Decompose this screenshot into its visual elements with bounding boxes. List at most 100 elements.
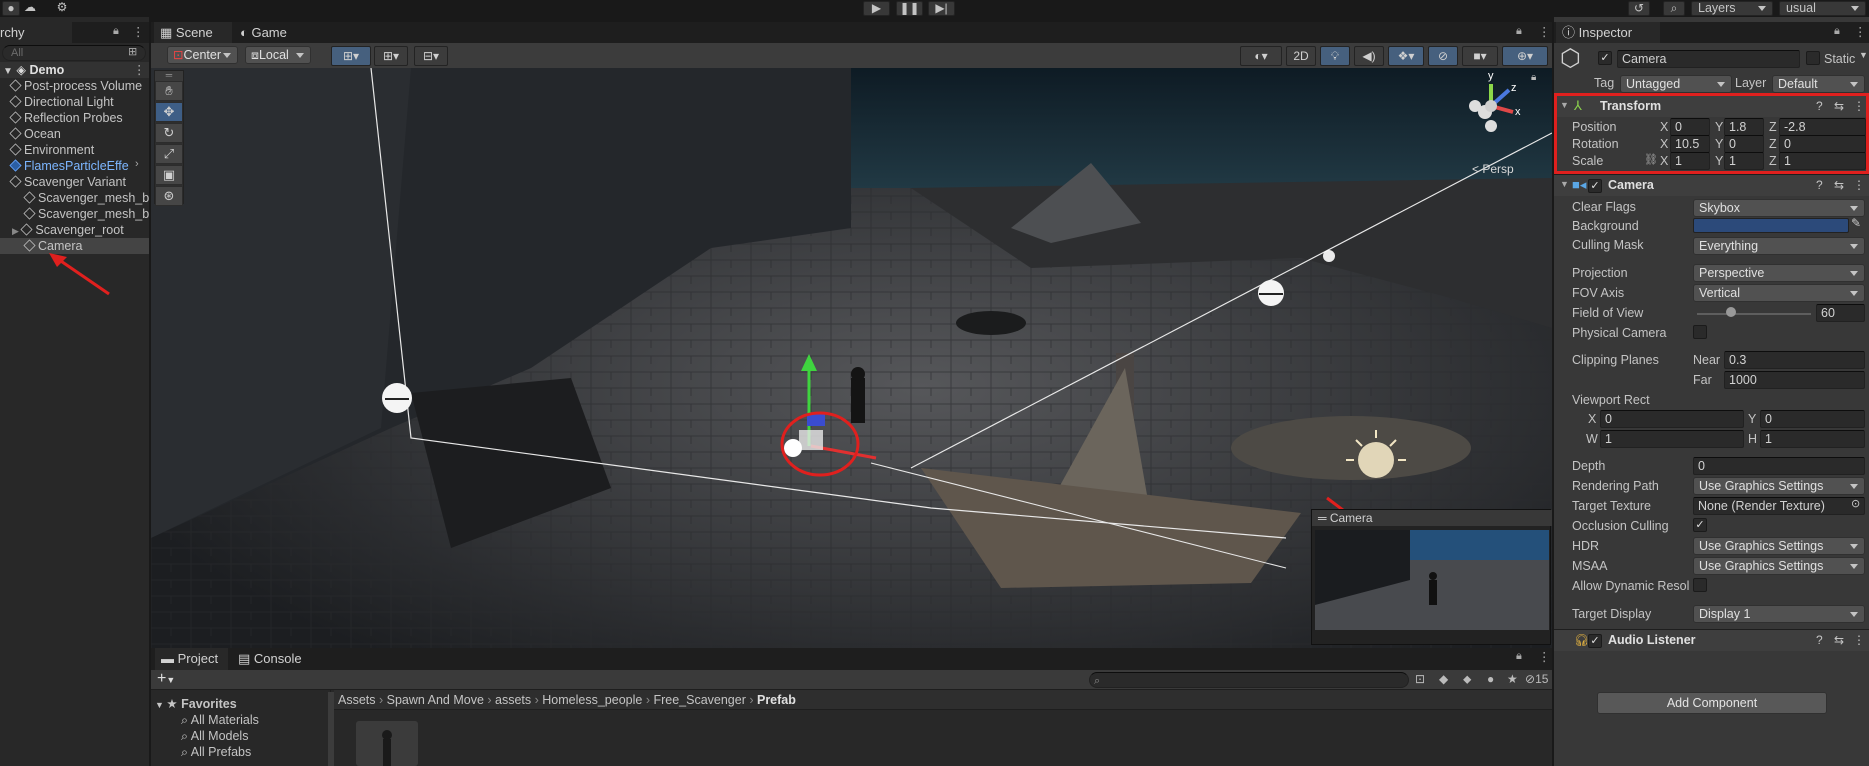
static-dropdown-icon[interactable]: ▼ — [1859, 50, 1868, 60]
search-by-type-icon[interactable]: ⊡ — [1415, 672, 1425, 686]
inspector-menu-icon[interactable]: ⋮ — [1854, 24, 1867, 39]
depth-field[interactable]: 0 — [1693, 457, 1865, 475]
camera-component-header[interactable]: ▼ ■◂ ✓ Camera ? ⇆ ⋮ — [1554, 174, 1869, 196]
scene-menu-icon[interactable]: ⋮ — [1538, 24, 1551, 39]
hidden-packages-icon[interactable]: ⊘15 — [1525, 672, 1548, 686]
culling-mask-dropdown[interactable]: Everything — [1693, 237, 1865, 255]
space-dropdown[interactable]: ⧈Local — [245, 46, 311, 64]
filter-icon[interactable]: ⊞ — [128, 45, 137, 58]
projection-dropdown[interactable]: Perspective — [1693, 264, 1865, 282]
viewport-w-field[interactable]: 1 — [1600, 430, 1744, 448]
hierarchy-item-reflection-probes[interactable]: Reflection Probes — [9, 110, 123, 126]
rect-tool-icon[interactable]: ▣ — [155, 165, 183, 185]
account-icon[interactable]: ● — [2, 1, 20, 16]
rendering-path-dropdown[interactable]: Use Graphics Settings — [1693, 477, 1865, 495]
star-icon[interactable]: ★ — [1507, 672, 1518, 686]
help-icon[interactable]: ? — [1816, 178, 1823, 192]
component-menu-icon[interactable]: ⋮ — [1853, 633, 1865, 647]
scene-menu-icon[interactable]: ⋮ — [133, 62, 146, 77]
draw-mode-button[interactable]: ◐▾ — [1240, 46, 1282, 66]
layout-dropdown[interactable]: usual — [1779, 1, 1866, 16]
audio-listener-header[interactable]: 🎧︎ ✓ Audio Listener ? ⇆ ⋮ — [1554, 629, 1869, 651]
dynamic-resolution-checkbox[interactable] — [1693, 578, 1707, 592]
project-search-input[interactable]: ⌕ — [1089, 672, 1409, 688]
tab-inspector[interactable]: ⓘ Inspector — [1556, 22, 1660, 43]
target-display-dropdown[interactable]: Display 1 — [1693, 605, 1865, 623]
eyedropper-icon[interactable]: ✎ — [1851, 216, 1861, 230]
clear-flags-dropdown[interactable]: Skybox — [1693, 199, 1865, 217]
search-icon[interactable]: ⌕ — [1663, 1, 1685, 16]
near-field[interactable]: 0.3 — [1724, 351, 1865, 369]
tab-game[interactable]: ◐ Game — [234, 22, 302, 43]
fov-field[interactable]: 60 — [1816, 304, 1865, 322]
hierarchy-item-scavenger-variant[interactable]: Scavenger Variant — [9, 174, 126, 190]
more-menu-icon[interactable]: ⋮ — [132, 24, 145, 39]
hierarchy-item-flames[interactable]: FlamesParticleEffe — [9, 158, 129, 174]
project-lock-icon[interactable]: 🔒︎ — [1516, 650, 1522, 663]
help-icon[interactable]: ? — [1816, 633, 1823, 647]
active-checkbox[interactable]: ✓ — [1598, 51, 1612, 65]
add-component-button[interactable]: Add Component — [1597, 692, 1827, 714]
breadcrumb-current[interactable]: Prefab — [757, 693, 796, 707]
foldout-arrow-icon[interactable]: ▼ — [1560, 179, 1569, 189]
viewport-x-field[interactable]: 0 — [1600, 410, 1744, 428]
search-by-label-icon[interactable]: ◆ — [1439, 672, 1448, 686]
hierarchy-item-post-process[interactable]: Post-process Volume — [9, 78, 142, 94]
favorite-all-models[interactable]: ⌕ All Models — [181, 728, 248, 744]
breadcrumb-item[interactable]: Spawn And Move — [387, 693, 484, 707]
effects-toggle-icon[interactable]: ❖▾ — [1388, 46, 1424, 66]
hand-tool-icon[interactable]: ✋︎ — [155, 81, 183, 101]
increment-snap-button[interactable]: ⊟▾ — [414, 46, 448, 66]
breadcrumb-item[interactable]: assets — [495, 693, 531, 707]
favorite-all-prefabs[interactable]: ⌕ All Prefabs — [181, 744, 251, 760]
far-field[interactable]: 1000 — [1724, 371, 1865, 389]
hierarchy-item-ocean[interactable]: Ocean — [9, 126, 61, 142]
audio-toggle-icon[interactable]: ◀) — [1354, 46, 1384, 66]
scene-gizmo[interactable]: y x z — [1461, 70, 1521, 136]
settings-icon[interactable]: ⚙ — [52, 1, 72, 16]
project-menu-icon[interactable]: ⋮ — [1538, 649, 1551, 664]
hierarchy-item-environment[interactable]: Environment — [9, 142, 94, 158]
play-button[interactable]: ▶ — [863, 1, 890, 16]
viewport-y-field[interactable]: 0 — [1760, 410, 1865, 428]
expand-arrow-icon[interactable]: ▼ — [155, 700, 166, 710]
expand-arrow-icon[interactable]: ▶ — [12, 226, 21, 236]
camera-settings-icon[interactable]: ■▾ — [1462, 46, 1498, 66]
scene-viewport[interactable]: ═ ✋︎ ✥ ↻ ⤢ ▣ ⊛ y x z 🔒︎ < Persp ═ Camera — [151, 68, 1552, 648]
target-texture-field[interactable]: None (Render Texture) — [1693, 497, 1865, 515]
breadcrumb-item[interactable]: Homeless_people — [542, 693, 642, 707]
history-icon[interactable]: ↺ — [1628, 1, 1650, 16]
info-icon[interactable]: ● — [1487, 672, 1494, 686]
occlusion-culling-checkbox[interactable]: ✓ — [1693, 518, 1707, 532]
tab-hierarchy[interactable]: rchy — [0, 22, 72, 43]
favorite-all-materials[interactable]: ⌕ All Materials — [181, 712, 259, 728]
gizmos-toggle-icon[interactable]: ⊕▾ — [1502, 46, 1548, 66]
fov-slider-thumb[interactable] — [1726, 307, 1737, 317]
camera-enabled-checkbox[interactable]: ✓ — [1588, 179, 1602, 193]
transform-tool-icon[interactable]: ⊛ — [155, 186, 183, 206]
component-menu-icon[interactable]: ⋮ — [1853, 178, 1865, 192]
scale-tool-icon[interactable]: ⤢ — [155, 144, 183, 164]
cloud-icon[interactable]: ☁ — [20, 1, 40, 16]
gizmo-lock-icon[interactable]: 🔒︎ — [1531, 72, 1536, 83]
scene-root[interactable]: ▼ ◈ Demo — [0, 62, 149, 78]
prefab-thumbnail[interactable] — [356, 721, 418, 766]
chevron-right-icon[interactable]: › — [135, 158, 139, 170]
inspector-lock-icon[interactable]: 🔒︎ — [1834, 25, 1840, 38]
tab-scene[interactable]: ▦ Scene — [154, 22, 232, 43]
pause-button[interactable]: ❚❚ — [896, 1, 923, 16]
background-color-field[interactable] — [1693, 218, 1849, 233]
2d-toggle-button[interactable]: 2D — [1286, 46, 1316, 66]
scene-lock-icon[interactable]: 🔒︎ — [1516, 25, 1522, 38]
tab-console[interactable]: ▤ Console — [232, 648, 312, 670]
persp-label[interactable]: < Persp — [1472, 162, 1514, 176]
grid-snap-button[interactable]: ⊞▾ — [331, 46, 371, 66]
object-picker-icon[interactable]: ⊙ — [1851, 497, 1860, 510]
breadcrumb-item[interactable]: Free_Scavenger — [653, 693, 745, 707]
favorites-header[interactable]: ▼ ★ Favorites — [155, 696, 237, 712]
grid-toggle-button[interactable]: ⊞▾ — [374, 46, 408, 66]
expand-arrow-icon[interactable]: ▼ — [3, 66, 13, 77]
camera-preview-header[interactable]: ═ Camera — [1312, 510, 1552, 526]
tag-icon[interactable]: ⬥ — [1463, 672, 1471, 687]
fov-slider-track[interactable] — [1697, 313, 1811, 315]
